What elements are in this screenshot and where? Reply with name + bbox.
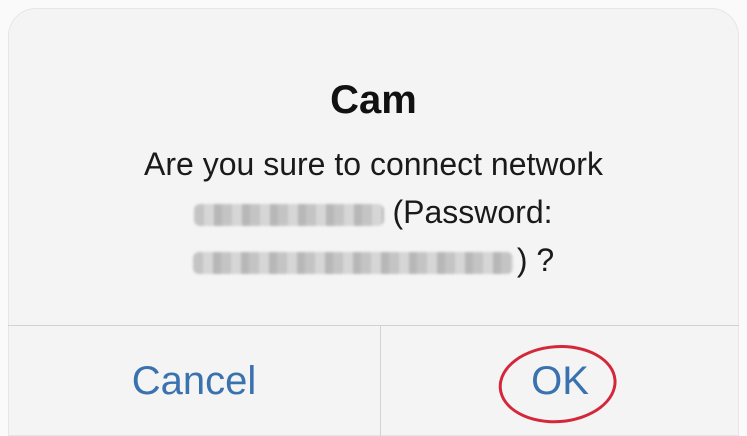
message-line-2: (Password: bbox=[8, 188, 739, 236]
cancel-button[interactable]: Cancel bbox=[8, 326, 380, 436]
dialog-title: Cam bbox=[330, 78, 417, 122]
dialog-message: Are you sure to connect network (Passwor… bbox=[8, 140, 739, 284]
message-line-3: ) ? bbox=[8, 236, 739, 284]
screenshot-frame: Cam Are you sure to connect network (Pas… bbox=[0, 0, 747, 436]
redacted-password bbox=[192, 251, 513, 274]
password-label: (Password: bbox=[392, 194, 553, 230]
alert-dialog: Cam Are you sure to connect network (Pas… bbox=[8, 8, 739, 436]
message-line-1: Are you sure to connect network bbox=[144, 146, 603, 182]
question-suffix: ) ? bbox=[516, 242, 555, 278]
cancel-button-label: Cancel bbox=[131, 358, 257, 403]
ok-button[interactable]: OK bbox=[381, 326, 739, 436]
ok-button-label: OK bbox=[531, 358, 589, 403]
redacted-network-name bbox=[194, 203, 385, 226]
